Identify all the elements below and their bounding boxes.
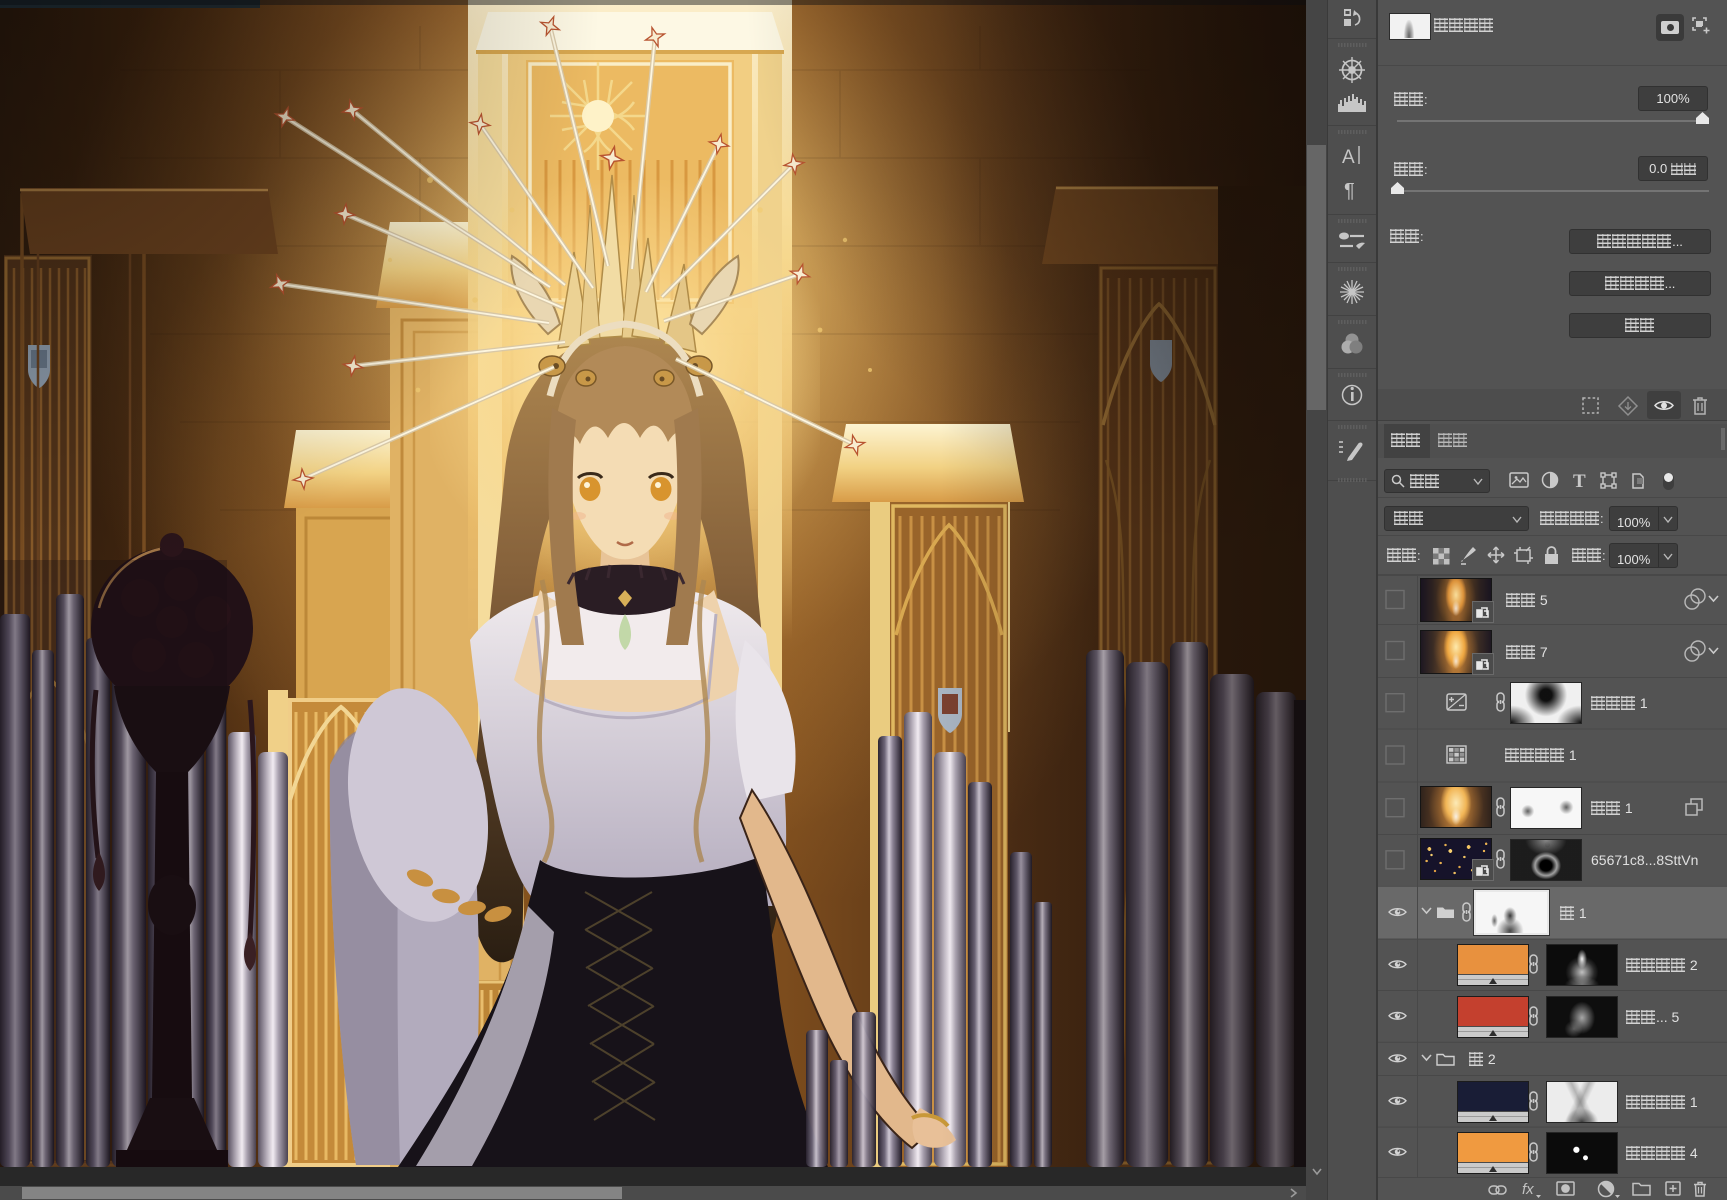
- svg-text:fx: fx: [1522, 1181, 1534, 1198]
- svg-text:¶: ¶: [1344, 180, 1355, 202]
- svg-text:T: T: [1573, 471, 1586, 491]
- svg-text:A: A: [1342, 147, 1355, 168]
